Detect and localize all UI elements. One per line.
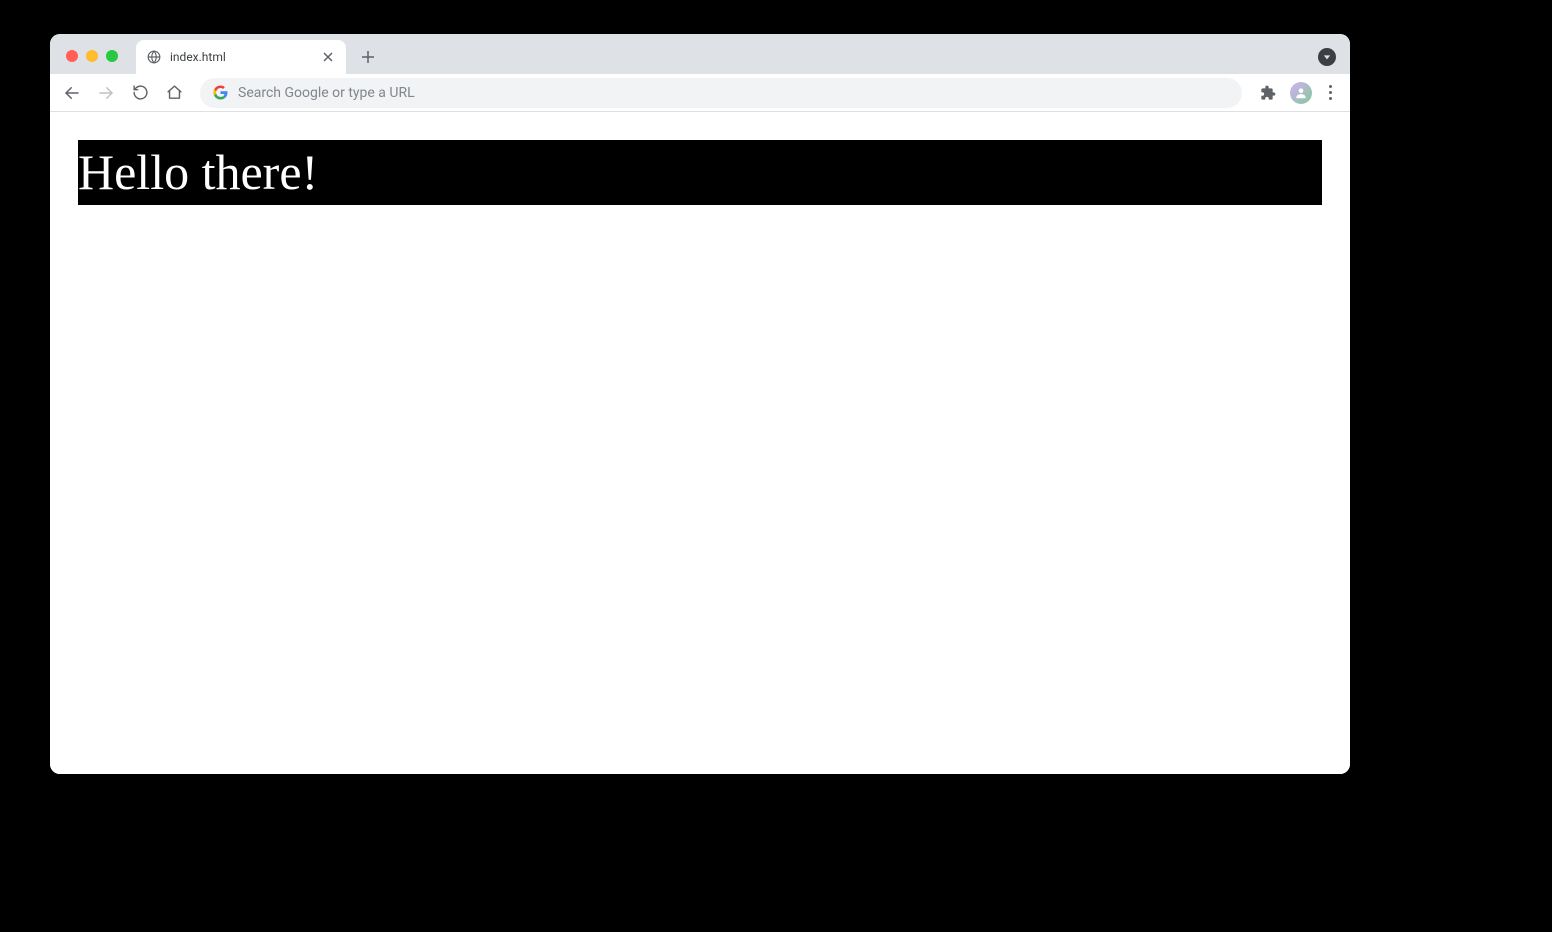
browser-tab[interactable]: index.html (136, 40, 346, 74)
extensions-button[interactable] (1254, 79, 1282, 107)
forward-button[interactable] (92, 79, 120, 107)
browser-window: index.html (50, 34, 1350, 774)
browser-menu-button[interactable] (1320, 85, 1340, 100)
address-bar-text: Search Google or type a URL (238, 85, 1230, 101)
google-icon (212, 85, 228, 101)
tab-title: index.html (170, 50, 312, 64)
toolbar-actions (1254, 79, 1342, 107)
home-button[interactable] (160, 79, 188, 107)
chevron-down-icon (1318, 48, 1336, 66)
window-maximize-button[interactable] (106, 50, 118, 62)
profile-avatar[interactable] (1290, 82, 1312, 104)
window-close-button[interactable] (66, 50, 78, 62)
tab-search-button[interactable] (1318, 48, 1336, 66)
new-tab-button[interactable] (354, 43, 382, 71)
window-minimize-button[interactable] (86, 50, 98, 62)
page-viewport: Hello there! (50, 112, 1350, 774)
window-controls (66, 50, 118, 62)
tab-strip: index.html (50, 34, 1350, 74)
back-button[interactable] (58, 79, 86, 107)
tab-close-button[interactable] (320, 49, 336, 65)
browser-toolbar: Search Google or type a URL (50, 74, 1350, 112)
reload-button[interactable] (126, 79, 154, 107)
address-bar[interactable]: Search Google or type a URL (200, 78, 1242, 108)
page-heading: Hello there! (78, 140, 1322, 205)
globe-icon (146, 49, 162, 65)
